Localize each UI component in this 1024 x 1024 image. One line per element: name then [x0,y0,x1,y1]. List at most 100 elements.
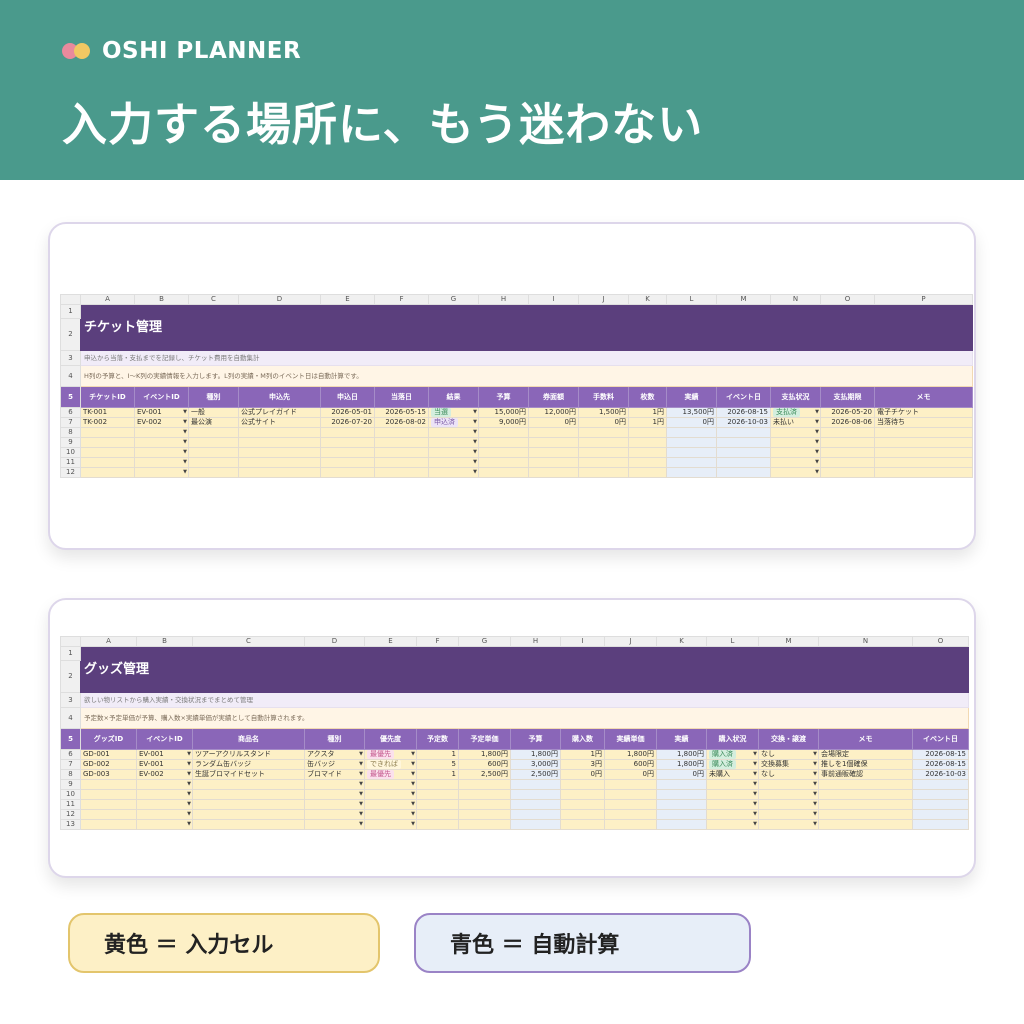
apply-destination-cell[interactable] [238,467,321,478]
column-header[interactable]: メモ [874,386,973,408]
payment-deadline-cell[interactable] [820,427,875,438]
type-select[interactable] [304,819,365,830]
result-select[interactable] [428,457,479,468]
event-id-select[interactable]: EV-001 [136,749,193,760]
planned-price-cell[interactable]: 1,800円 [458,749,511,760]
row-number[interactable]: 6 [60,749,81,760]
product-name-cell[interactable]: 生誕ブロマイドセット [192,769,305,780]
count-cell[interactable] [628,427,667,438]
goods-id-cell[interactable] [80,789,137,800]
product-name-cell[interactable] [192,809,305,820]
planned-qty-cell[interactable] [416,819,459,830]
fee-cell[interactable] [578,457,629,468]
purchase-status-select[interactable]: 購入済 [706,759,759,770]
memo-cell[interactable] [874,467,973,478]
apply-date-cell[interactable] [320,427,375,438]
column-letter[interactable]: H [510,636,561,647]
product-name-cell[interactable] [192,819,305,830]
result-date-cell[interactable] [374,447,429,458]
type-cell[interactable] [188,447,239,458]
row-number[interactable]: 1 [60,646,81,661]
column-header[interactable]: 購入数 [560,728,605,750]
exchange-select[interactable] [758,799,819,810]
column-header[interactable]: 予定単価 [458,728,511,750]
row-number[interactable]: 8 [60,769,81,780]
type-cell[interactable]: 最公演 [188,417,239,428]
memo-cell[interactable]: 電子チケット [874,407,973,418]
apply-date-cell[interactable] [320,447,375,458]
column-letter[interactable]: O [820,294,875,305]
budget-cell[interactable] [478,427,529,438]
actual-price-cell[interactable]: 1,800円 [604,749,657,760]
result-date-cell[interactable]: 2026-05-15 [374,407,429,418]
memo-cell[interactable]: 当落待ち [874,417,973,428]
planned-qty-cell[interactable] [416,789,459,800]
planned-qty-cell[interactable] [416,779,459,790]
row-number[interactable]: 2 [60,317,81,352]
column-header[interactable]: イベントID [134,386,189,408]
row-number[interactable]: 2 [60,659,81,694]
column-letter[interactable]: L [666,294,717,305]
planned-price-cell[interactable] [458,809,511,820]
result-date-cell[interactable] [374,467,429,478]
apply-date-cell[interactable] [320,437,375,448]
face-value-cell[interactable] [528,427,579,438]
column-header[interactable]: チケットID [80,386,135,408]
memo-cell[interactable] [874,427,973,438]
column-header[interactable]: 申込日 [320,386,375,408]
event-id-select[interactable] [134,467,189,478]
purchase-status-select[interactable]: 未購入 [706,769,759,780]
goods-id-cell[interactable] [80,779,137,790]
type-select[interactable]: ブロマイド [304,769,365,780]
column-header[interactable]: 種別 [304,728,365,750]
apply-destination-cell[interactable]: 公式プレイガイド [238,407,321,418]
payment-deadline-cell[interactable]: 2026-05-20 [820,407,875,418]
row-number[interactable]: 7 [60,759,81,770]
memo-cell[interactable] [818,819,913,830]
row-number[interactable]: 12 [60,809,81,820]
purchase-status-select[interactable] [706,789,759,800]
purchase-status-select[interactable] [706,809,759,820]
fee-cell[interactable]: 0円 [578,417,629,428]
planned-price-cell[interactable]: 600円 [458,759,511,770]
result-select[interactable]: 申込済 [428,417,479,428]
apply-destination-cell[interactable] [238,437,321,448]
fee-cell[interactable] [578,437,629,448]
memo-cell[interactable] [818,809,913,820]
column-letter[interactable]: M [716,294,771,305]
exchange-select[interactable] [758,779,819,790]
event-id-select[interactable] [136,809,193,820]
column-letter[interactable]: P [874,294,973,305]
column-header[interactable]: 交換・譲渡 [758,728,819,750]
type-select[interactable] [304,779,365,790]
column-letter[interactable]: I [528,294,579,305]
planned-qty-cell[interactable]: 1 [416,769,459,780]
actual-price-cell[interactable] [604,779,657,790]
memo-cell[interactable]: 事前通販確認 [818,769,913,780]
payment-deadline-cell[interactable] [820,447,875,458]
planned-qty-cell[interactable] [416,799,459,810]
priority-select[interactable]: できれば [364,759,417,770]
column-header[interactable]: 実績 [656,728,707,750]
purchase-status-select[interactable] [706,819,759,830]
row-number[interactable]: 9 [60,779,81,790]
payment-status-select[interactable] [770,437,821,448]
ticket-id-cell[interactable] [80,447,135,458]
row-number[interactable]: 10 [60,447,81,458]
result-select[interactable] [428,437,479,448]
event-id-select[interactable] [136,779,193,790]
column-header[interactable]: 券面額 [528,386,579,408]
column-letter[interactable]: I [560,636,605,647]
type-cell[interactable] [188,457,239,468]
column-letter[interactable]: N [770,294,821,305]
column-letter[interactable]: J [578,294,629,305]
type-select[interactable]: 缶バッジ [304,759,365,770]
purchase-qty-cell[interactable] [560,819,605,830]
event-id-select[interactable] [136,789,193,800]
purchase-status-select[interactable] [706,779,759,790]
result-date-cell[interactable] [374,427,429,438]
exchange-select[interactable] [758,789,819,800]
column-letter[interactable]: O [912,636,969,647]
apply-date-cell[interactable] [320,467,375,478]
event-id-select[interactable] [134,447,189,458]
